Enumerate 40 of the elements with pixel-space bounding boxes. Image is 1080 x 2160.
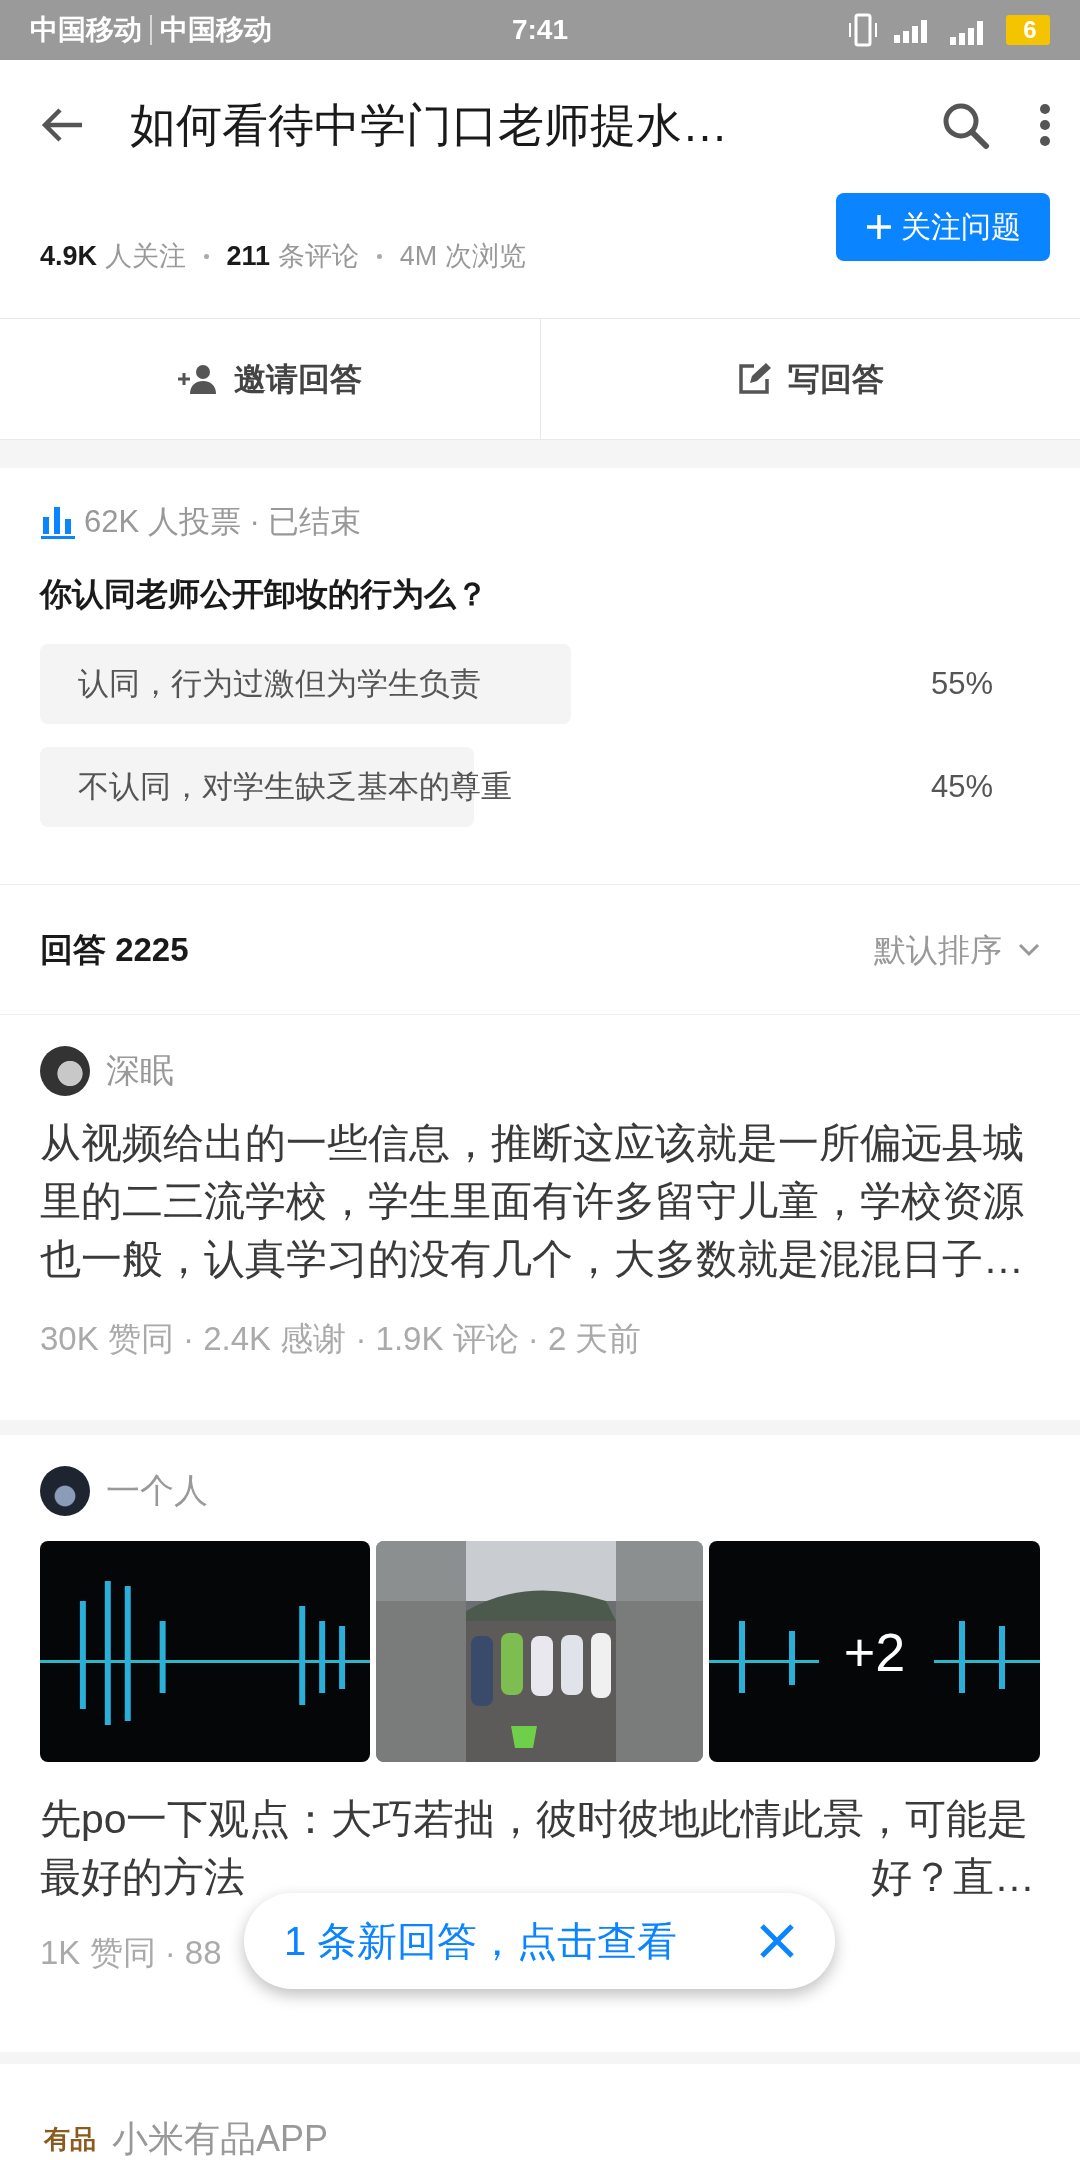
close-icon — [759, 1923, 795, 1959]
answer-meta: 30K 赞同 · 2.4K 感谢 · 1.9K 评论 · 2 天前 — [40, 1319, 642, 1359]
answer-text[interactable]: 最好的方法 — [40, 1848, 245, 1906]
carrier-name: 中国移动 — [160, 13, 272, 47]
write-answer-button[interactable]: 写回答 — [539, 319, 1080, 439]
battery-icon: 6 — [1006, 15, 1050, 45]
question-stat: 4.9K 人关注 — [40, 240, 186, 274]
avatar[interactable] — [40, 1465, 90, 1516]
question-stat: 4M 次浏览 — [399, 240, 526, 274]
page-title: 如何看待中学门口老师提水… — [130, 97, 728, 153]
poll-percent: 55% — [930, 664, 994, 703]
answer-meta: 1K 赞同 · 88 — [40, 1933, 222, 1973]
vibrate-icon — [848, 13, 878, 47]
avatar[interactable] — [40, 1045, 90, 1096]
question-stat: 211 条评论 — [226, 240, 359, 274]
invite-answer-button[interactable]: 邀请回答 — [0, 319, 540, 439]
carrier-name: 中国移动 — [30, 13, 142, 47]
separator-dot — [203, 254, 209, 259]
add-person-icon — [177, 364, 218, 394]
answer-text[interactable]: 从视频给出的一些信息，推断这应该就是一所偏远县城里的二三流学校，学生里面有许多留守儿童，学校资源也一般，认真学习的没有几个，大多数就是混混日子… — [40, 1114, 1035, 1288]
clock-time: 7:41 — [511, 14, 568, 45]
bar-chart-icon — [40, 505, 76, 539]
more-images-count: +2 — [842, 1621, 907, 1682]
poll-option-label: 认同，行为过激但为学生负责 — [78, 664, 481, 703]
chevron-down-icon — [1018, 942, 1040, 957]
answers-count: 回答 2225 — [40, 929, 189, 970]
poll-option-label: 不认同，对学生缺乏基本的尊重 — [78, 767, 512, 806]
follow-question-button[interactable]: 关注问题 — [836, 192, 1050, 261]
edit-icon — [736, 361, 773, 397]
poll-summary: 62K 人投票 · 已结束 — [84, 502, 362, 541]
poll-question: 你认同老师公开卸妆的行为么？ — [40, 575, 489, 614]
more-icon — [1038, 103, 1052, 147]
new-answer-toast[interactable]: 1 条新回答，点击查看 — [244, 1893, 835, 1989]
plus-icon — [865, 212, 893, 241]
answer-text[interactable]: 先po一下观点：大巧若拙，彼时彼地此情此景，可能是 — [40, 1790, 1035, 1848]
answer-text[interactable]: 好？直… — [871, 1848, 1035, 1906]
brand-logo: 有品 — [44, 2122, 96, 2156]
more-button[interactable] — [1038, 103, 1052, 147]
separator-dot — [376, 254, 382, 259]
poll-percent: 45% — [930, 767, 994, 806]
